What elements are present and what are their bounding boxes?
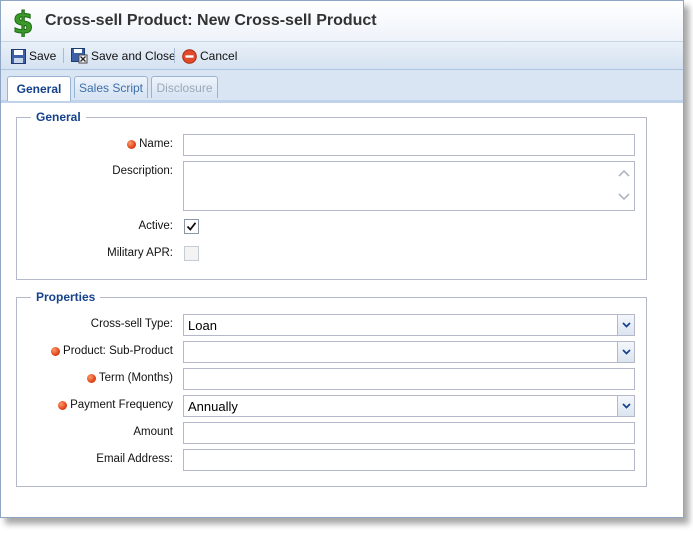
cancel-icon xyxy=(182,48,197,64)
email-address-label: Email Address: xyxy=(96,453,173,465)
military-apr-checkbox[interactable] xyxy=(184,246,199,261)
save-and-close-label: Save and Close xyxy=(91,49,176,63)
military-apr-label: Military APR: xyxy=(107,247,173,259)
scroll-up-icon[interactable] xyxy=(618,169,630,177)
description-label: Description: xyxy=(112,165,173,177)
tab-strip: General Sales Script Disclosure xyxy=(1,70,683,103)
general-legend: General xyxy=(31,110,86,124)
toolbar-separator xyxy=(174,48,175,63)
cross-sell-type-select[interactable]: Loan xyxy=(183,314,635,336)
toolbar: Save Save and Close Cancel xyxy=(1,42,683,70)
product-sub-product-label-wrap: Product: Sub-Product xyxy=(31,343,173,359)
active-label: Active: xyxy=(138,220,173,232)
properties-legend: Properties xyxy=(31,290,101,304)
term-months-label-wrap: Term (Months) xyxy=(31,370,173,386)
save-and-close-button[interactable]: Save and Close xyxy=(71,46,176,66)
payment-frequency-select[interactable]: Annually xyxy=(183,395,635,417)
cross-sell-type-value: Loan xyxy=(188,318,217,333)
cancel-label: Cancel xyxy=(200,49,238,63)
scroll-down-icon[interactable] xyxy=(618,193,630,201)
term-months-label: Term (Months) xyxy=(98,372,173,384)
dollar-sign-icon: $ xyxy=(12,7,34,37)
chevron-down-icon xyxy=(622,403,631,409)
chevron-down-icon xyxy=(622,349,631,355)
save-button[interactable]: Save xyxy=(11,46,56,66)
product-dropdown-trigger[interactable] xyxy=(617,342,634,362)
toolbar-separator xyxy=(63,48,64,63)
save-label: Save xyxy=(29,49,57,63)
required-indicator-icon xyxy=(51,346,61,356)
payment-frequency-value: Annually xyxy=(188,399,238,414)
email-address-input[interactable] xyxy=(183,449,635,471)
dialog-window: $ Cross-sell Product: New Cross-sell Pro… xyxy=(0,0,684,518)
name-input[interactable] xyxy=(183,134,635,156)
cross-sell-type-dropdown-trigger[interactable] xyxy=(617,315,634,335)
tab-sales-script[interactable]: Sales Script xyxy=(74,76,148,98)
name-label-wrap: Name: xyxy=(41,136,173,152)
cross-sell-type-label: Cross-sell Type: xyxy=(90,318,173,330)
active-checkbox[interactable] xyxy=(184,219,199,234)
tab-general[interactable]: General xyxy=(7,76,71,101)
required-indicator-icon xyxy=(127,139,137,149)
svg-text:$: $ xyxy=(13,7,34,37)
payment-frequency-dropdown-trigger[interactable] xyxy=(617,396,634,416)
tab-disclosure[interactable]: Disclosure xyxy=(151,76,218,98)
term-months-input[interactable] xyxy=(183,368,635,390)
chevron-down-icon xyxy=(622,322,631,328)
product-sub-product-label: Product: Sub-Product xyxy=(63,345,173,357)
window-title: Cross-sell Product: New Cross-sell Produ… xyxy=(45,12,377,29)
product-sub-product-select[interactable] xyxy=(183,341,635,363)
amount-label: Amount xyxy=(133,426,173,438)
payment-frequency-label: Payment Frequency xyxy=(70,399,173,411)
cancel-button[interactable]: Cancel xyxy=(182,46,237,66)
description-textarea[interactable] xyxy=(183,161,635,211)
floppy-disk-icon xyxy=(11,48,26,64)
name-label: Name: xyxy=(139,138,173,150)
payment-frequency-label-wrap: Payment Frequency xyxy=(31,397,173,413)
title-bar: $ Cross-sell Product: New Cross-sell Pro… xyxy=(1,1,683,42)
required-indicator-icon xyxy=(86,373,96,383)
required-indicator-icon xyxy=(58,400,68,410)
amount-input[interactable] xyxy=(183,422,635,444)
checkmark-icon xyxy=(186,222,197,231)
save-close-icon xyxy=(71,48,88,64)
